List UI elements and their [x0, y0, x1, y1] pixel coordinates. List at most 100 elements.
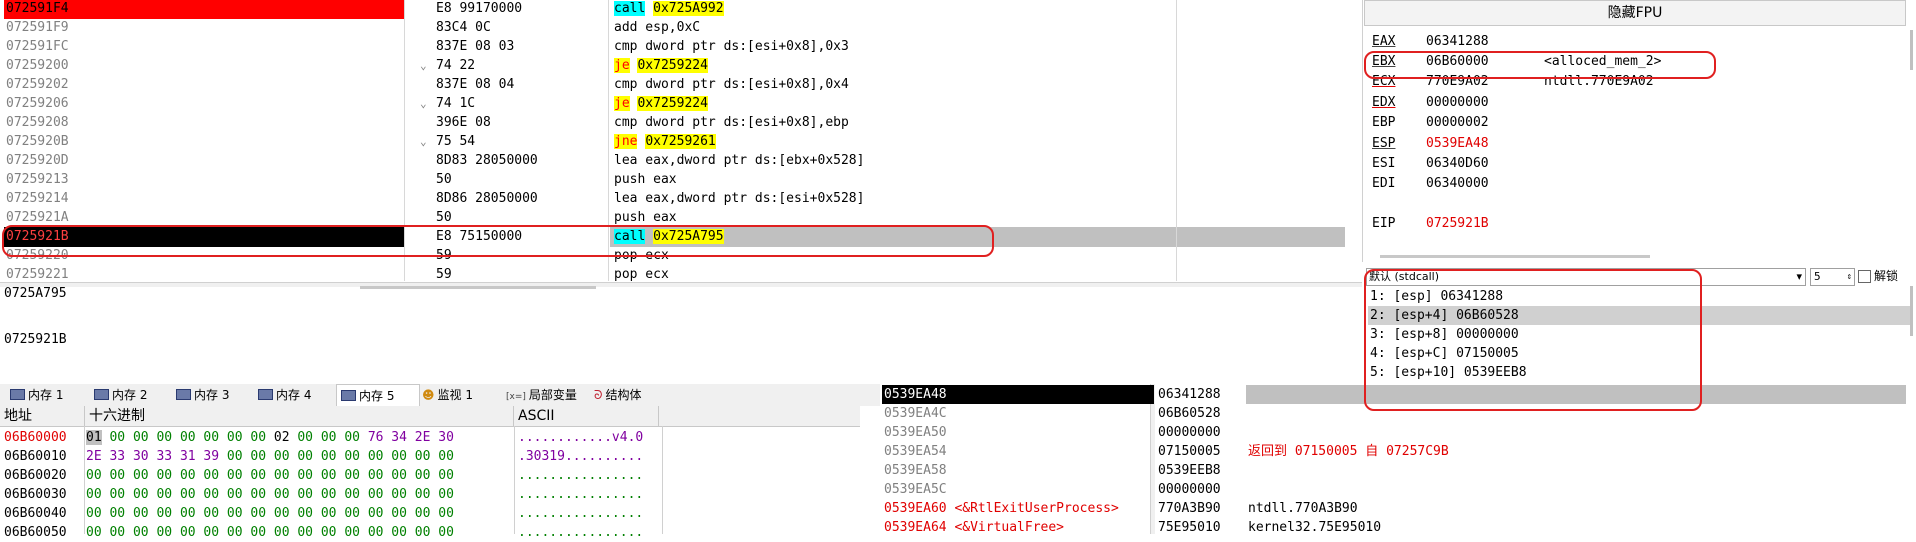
dump-byte[interactable]: 00 — [391, 506, 407, 521]
stack-row[interactable]: 0539EA60 <&RtlExitUserProcess> 770A3B90 nt… — [880, 499, 1916, 518]
stack-row[interactable]: 0539EA54 07150005 返回到 07150005 自 07257C9B — [880, 442, 1916, 461]
dump-byte[interactable]: 00 — [86, 468, 102, 483]
dump-byte[interactable]: 00 — [227, 468, 243, 483]
dump-byte[interactable]: 00 — [227, 430, 243, 445]
dump-byte[interactable]: 00 — [203, 525, 219, 540]
register-value[interactable]: 00000000 — [1426, 93, 1544, 113]
dump-header-address[interactable]: 地址 — [0, 406, 85, 426]
dump-byte[interactable]: 00 — [109, 487, 125, 502]
register-row-eax[interactable]: EAX 06341288 — [1372, 32, 1544, 52]
dump-byte[interactable]: 00 — [227, 487, 243, 502]
hide-fpu-button[interactable]: 隐藏FPU — [1364, 0, 1906, 26]
dump-byte[interactable]: 00 — [391, 449, 407, 464]
disasm-row[interactable]: 07259214 8D86 28050000 lea eax,dword ptr d… — [0, 189, 1355, 209]
tab-memory-5[interactable]: 内存 5 — [336, 384, 420, 407]
dump-byte[interactable]: 00 — [250, 449, 266, 464]
dump-byte[interactable]: 00 — [321, 487, 337, 502]
dump-byte[interactable]: 00 — [156, 525, 172, 540]
stack-row[interactable]: 0539EA58 0539EEB8 — [880, 461, 1916, 480]
dump-byte[interactable]: 00 — [156, 430, 172, 445]
dump-byte[interactable]: 00 — [415, 525, 431, 540]
arg-count-spinner[interactable]: 5 ⇕ — [1810, 268, 1855, 286]
dump-byte[interactable]: 00 — [368, 525, 384, 540]
dump-byte[interactable]: 00 — [415, 487, 431, 502]
dump-byte[interactable]: 31 — [180, 449, 196, 464]
register-row-esp[interactable]: ESP 0539EA48 — [1372, 134, 1544, 154]
dump-byte[interactable]: 00 — [156, 468, 172, 483]
stack-value[interactable]: 06B60528 — [1158, 404, 1221, 423]
dump-row[interactable]: 06B60050 00 00 00 00 00 00 00 00 00 00 00… — [0, 523, 860, 542]
dump-byte[interactable]: 00 — [109, 430, 125, 445]
dump-byte[interactable]: 00 — [344, 487, 360, 502]
dump-row[interactable]: 06B60040 00 00 00 00 00 00 00 00 00 00 00… — [0, 504, 860, 523]
dump-byte[interactable]: 00 — [297, 449, 313, 464]
dump-byte[interactable]: 34 — [391, 430, 407, 445]
dump-byte[interactable]: 00 — [180, 487, 196, 502]
stack-value[interactable]: 00000000 — [1158, 423, 1221, 442]
dump-byte[interactable]: 00 — [133, 525, 149, 540]
stack-value[interactable]: 75E95010 — [1158, 518, 1221, 537]
dump-byte[interactable]: 01 — [86, 430, 102, 445]
dump-byte[interactable]: 00 — [438, 525, 454, 540]
disasm-row[interactable]: 07259213 50 push eax — [0, 170, 1355, 190]
dump-byte[interactable]: 00 — [180, 506, 196, 521]
branch-target[interactable]: 0x7259261 — [645, 134, 716, 149]
registers-scrollbar[interactable] — [1910, 30, 1913, 70]
dump-byte[interactable]: 00 — [156, 487, 172, 502]
dump-byte[interactable]: 00 — [297, 487, 313, 502]
register-value[interactable]: 06340000 — [1426, 174, 1544, 194]
dump-byte[interactable]: 00 — [250, 468, 266, 483]
disasm-row[interactable]: 072591FC 837E 08 03 cmp dword ptr ds:[esi+… — [0, 37, 1355, 57]
dump-byte[interactable]: 00 — [368, 506, 384, 521]
dump-byte[interactable]: 00 — [321, 506, 337, 521]
stack-value[interactable]: 770A3B90 — [1158, 499, 1221, 518]
dump-byte[interactable]: 00 — [391, 468, 407, 483]
unlock-checkbox[interactable] — [1858, 270, 1871, 283]
pane-splitter[interactable] — [0, 282, 1362, 287]
dump-row[interactable]: 06B60000 01 00 00 00 00 00 00 00 02 00 00… — [0, 428, 860, 447]
dump-byte[interactable]: 00 — [321, 449, 337, 464]
stack-value[interactable]: 0539EEB8 — [1158, 461, 1221, 480]
tab-memory-4[interactable]: 内存 4 — [254, 384, 336, 406]
register-value[interactable]: 06340D60 — [1426, 154, 1544, 174]
dump-byte[interactable]: 00 — [415, 468, 431, 483]
dump-byte[interactable]: 00 — [203, 506, 219, 521]
stack-value[interactable]: 00000000 — [1158, 480, 1221, 499]
dump-byte[interactable]: 00 — [203, 487, 219, 502]
tab-memory-1[interactable]: 内存 1 — [6, 384, 90, 406]
branch-target[interactable]: 0x7259224 — [637, 96, 708, 111]
disasm-row[interactable]: 07259221 59 pop ecx — [0, 265, 1355, 281]
dump-byte[interactable]: 00 — [344, 430, 360, 445]
register-row-eip[interactable]: EIP 0725921B — [1372, 214, 1544, 234]
dump-byte[interactable]: 00 — [86, 525, 102, 540]
branch-target[interactable]: 0x725A992 — [653, 1, 724, 16]
dump-byte[interactable]: 00 — [109, 468, 125, 483]
disasm-row[interactable]: 07259206 ⌄ 74 1C je 0x7259224 — [0, 94, 1355, 114]
dump-byte[interactable]: 2E — [415, 430, 431, 445]
dump-byte[interactable]: 00 — [227, 525, 243, 540]
dump-byte[interactable]: 00 — [415, 506, 431, 521]
stack-row[interactable]: 0539EA64 <&VirtualFree> 75E95010 kernel32.… — [880, 518, 1916, 537]
dump-byte[interactable]: 00 — [438, 487, 454, 502]
dump-byte[interactable]: 33 — [109, 449, 125, 464]
dump-byte[interactable]: 00 — [109, 525, 125, 540]
dump-byte[interactable]: 00 — [297, 506, 313, 521]
tab-memory-2[interactable]: 内存 2 — [90, 384, 172, 406]
disasm-row[interactable]: 072591F4 E8 99170000 call 0x725A992 — [0, 0, 1355, 19]
dump-byte[interactable]: 00 — [180, 525, 196, 540]
dump-byte[interactable]: 00 — [250, 487, 266, 502]
register-value[interactable]: 06341288 — [1426, 32, 1544, 52]
dump-byte[interactable]: 00 — [133, 506, 149, 521]
dump-byte[interactable]: 00 — [250, 430, 266, 445]
dump-byte[interactable]: 00 — [86, 487, 102, 502]
dump-byte[interactable]: 00 — [156, 506, 172, 521]
dump-byte[interactable]: 00 — [274, 468, 290, 483]
dump-byte[interactable]: 2E — [86, 449, 102, 464]
dump-byte[interactable]: 00 — [133, 468, 149, 483]
tab-locals[interactable]: [x=] 局部变量 — [502, 384, 590, 406]
disasm-row[interactable]: 07259208 396E 08 cmp dword ptr ds:[esi+0x8… — [0, 113, 1355, 133]
register-row-edx[interactable]: EDX 00000000 — [1372, 93, 1544, 113]
dump-byte[interactable]: 00 — [227, 506, 243, 521]
dump-byte[interactable]: 00 — [274, 506, 290, 521]
dump-row[interactable]: 06B60020 00 00 00 00 00 00 00 00 00 00 00… — [0, 466, 860, 485]
